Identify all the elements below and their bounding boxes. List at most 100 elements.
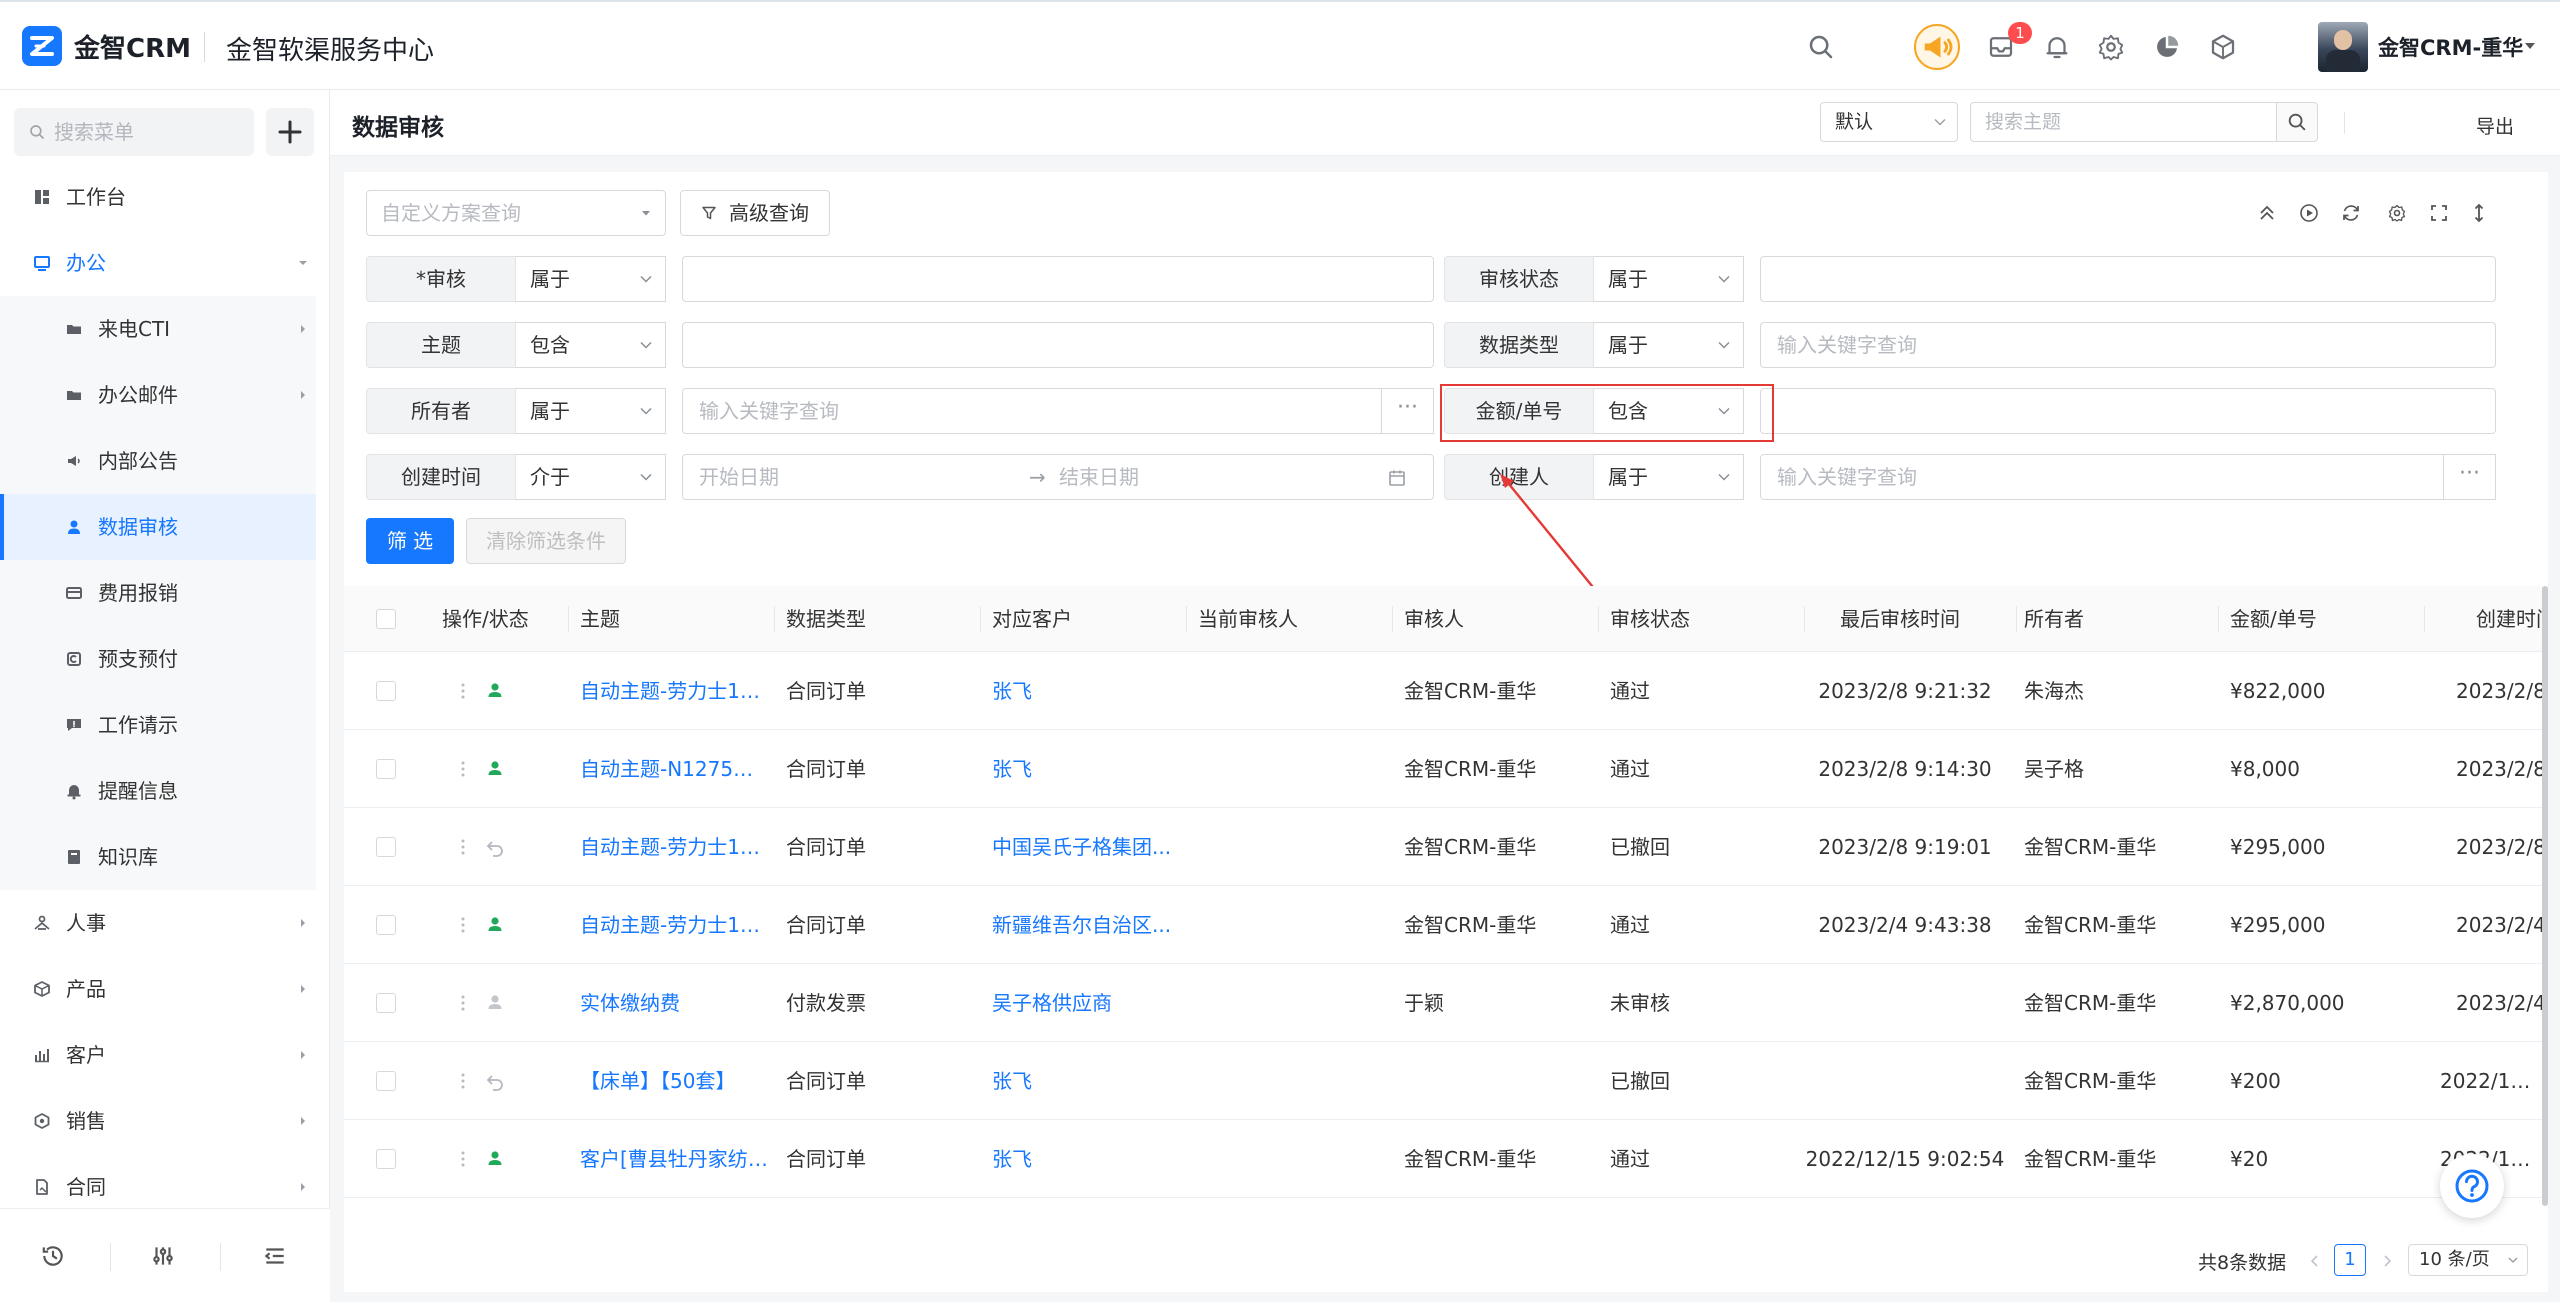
filter-button[interactable]: 筛 选 xyxy=(366,518,454,564)
table-scrollbar[interactable] xyxy=(2542,586,2548,1206)
subject-search-button[interactable] xyxy=(2276,102,2318,142)
prev-page-icon[interactable] xyxy=(2308,1254,2322,1268)
filter-subject-value[interactable] xyxy=(682,322,1434,368)
filter-create-time-operator[interactable]: 介于 xyxy=(516,454,666,500)
export-button[interactable]: 导出 xyxy=(2476,112,2514,139)
filter-review-operator[interactable]: 属于 xyxy=(516,256,666,302)
row-more-icon[interactable] xyxy=(460,916,466,934)
help-button[interactable] xyxy=(2440,1154,2504,1218)
fullscreen-icon[interactable] xyxy=(2428,202,2450,224)
row-checkbox[interactable] xyxy=(376,1149,396,1169)
sidebar-item-reminder[interactable]: 提醒信息 xyxy=(0,758,316,824)
advanced-query-button[interactable]: 高级查询 xyxy=(680,190,830,236)
view-select[interactable]: 默认 xyxy=(1820,102,1958,142)
subject-search-input[interactable]: 搜索主题 xyxy=(1970,102,2278,142)
sidebar-item-knowledge[interactable]: 知识库 xyxy=(0,824,316,890)
table-row[interactable]: 【床单】【50套】 合同订单 张飞 已撤回 金智CRM-重华 ¥200 2022… xyxy=(344,1042,2548,1120)
settings-gear-icon[interactable] xyxy=(2096,32,2126,62)
row-more-icon[interactable] xyxy=(460,682,466,700)
filter-owner-operator[interactable]: 属于 xyxy=(516,388,666,434)
table-row[interactable]: 自动主题-劳力士11... 合同订单 张飞 金智CRM-重华 通过 2023/2… xyxy=(344,652,2548,730)
play-icon[interactable] xyxy=(2298,202,2320,224)
cell-customer[interactable]: 张飞 xyxy=(992,1120,1182,1198)
row-checkbox[interactable] xyxy=(376,681,396,701)
row-checkbox[interactable] xyxy=(376,993,396,1013)
row-checkbox[interactable] xyxy=(376,759,396,779)
page-size-select[interactable]: 10 条/页 xyxy=(2408,1244,2528,1276)
cell-customer[interactable]: 张飞 xyxy=(992,730,1182,808)
row-more-icon[interactable] xyxy=(460,838,466,856)
sidebar-item-cti[interactable]: 来电CTI xyxy=(0,296,316,362)
broadcast-button[interactable] xyxy=(1914,24,1960,70)
row-more-icon[interactable] xyxy=(460,1072,466,1090)
menu-search-input[interactable]: 搜索菜单 xyxy=(14,108,254,156)
table-row[interactable]: 自动主题-劳力士11... 合同订单 中国吴氏子格集团... 金智CRM-重华 … xyxy=(344,808,2548,886)
filter-creator-input[interactable]: 输入关键字查询 xyxy=(1760,454,2444,500)
sidebar-item-customer[interactable]: 客户 xyxy=(0,1022,316,1088)
filter-review-status-value[interactable] xyxy=(1760,256,2496,302)
filter-review-status-operator[interactable]: 属于 xyxy=(1594,256,1744,302)
pie-chart-icon[interactable] xyxy=(2152,32,2182,62)
filter-owner-input[interactable]: 输入关键字查询 xyxy=(682,388,1382,434)
filter-review-value[interactable] xyxy=(682,256,1434,302)
column-settings-icon[interactable] xyxy=(2386,202,2408,224)
refresh-icon[interactable] xyxy=(2340,202,2362,224)
sidebar-item-hr[interactable]: 人事 xyxy=(0,890,316,956)
filter-data-type-operator[interactable]: 属于 xyxy=(1594,322,1744,368)
row-checkbox[interactable] xyxy=(376,1071,396,1091)
user-avatar[interactable] xyxy=(2318,22,2368,72)
row-height-icon[interactable] xyxy=(2468,202,2490,224)
user-menu-caret-icon[interactable] xyxy=(2522,38,2538,54)
sidebar-item-product[interactable]: 产品 xyxy=(0,956,316,1022)
cell-customer[interactable]: 中国吴氏子格集团... xyxy=(992,808,1182,886)
sliders-icon[interactable] xyxy=(150,1243,176,1269)
cell-subject[interactable]: 【床单】【50套】 xyxy=(580,1042,770,1120)
sidebar-item-data-review[interactable]: 数据审核 xyxy=(0,494,316,560)
page-1-button[interactable]: 1 xyxy=(2334,1244,2366,1276)
cell-subject[interactable]: 自动主题-N1275御... xyxy=(580,730,770,808)
creator-more-button[interactable]: ··· xyxy=(2444,454,2496,500)
filter-data-type-input[interactable]: 输入关键字查询 xyxy=(1760,322,2496,368)
cube-icon[interactable] xyxy=(2208,32,2238,62)
collapse-up-icon[interactable] xyxy=(2256,202,2278,224)
cell-customer[interactable]: 新疆维吾尔自治区... xyxy=(992,886,1182,964)
table-row[interactable]: 自动主题-劳力士11... 合同订单 新疆维吾尔自治区... 金智CRM-重华 … xyxy=(344,886,2548,964)
cell-subject[interactable]: 自动主题-劳力士11... xyxy=(580,808,770,886)
sidebar-item-workbench[interactable]: 工作台 xyxy=(0,164,316,230)
sidebar-item-office[interactable]: 办公 xyxy=(0,230,316,296)
cell-customer[interactable]: 张飞 xyxy=(992,1042,1182,1120)
row-more-icon[interactable] xyxy=(460,994,466,1012)
cell-customer[interactable]: 吴子格供应商 xyxy=(992,964,1182,1042)
table-row[interactable]: 自动主题-N1275御... 合同订单 张飞 金智CRM-重华 通过 2023/… xyxy=(344,730,2548,808)
sidebar-item-office-mail[interactable]: 办公邮件 xyxy=(0,362,316,428)
cell-subject[interactable]: 自动主题-劳力士11... xyxy=(580,652,770,730)
sidebar-item-work-request[interactable]: 工作请示 xyxy=(0,692,316,758)
add-menu-button[interactable] xyxy=(266,108,314,156)
sidebar-item-prepay[interactable]: 预支预付 xyxy=(0,626,316,692)
select-all-checkbox[interactable] xyxy=(376,609,396,629)
cell-subject[interactable]: 客户[曹县牡丹家纺]... xyxy=(580,1120,770,1198)
sidebar-item-expense[interactable]: 费用报销 xyxy=(0,560,316,626)
history-icon[interactable] xyxy=(40,1243,66,1269)
sidebar-item-sales[interactable]: 销售 xyxy=(0,1088,316,1154)
cell-subject[interactable]: 自动主题-劳力士11... xyxy=(580,886,770,964)
filter-creator-operator[interactable]: 属于 xyxy=(1594,454,1744,500)
bell-icon[interactable] xyxy=(2042,32,2072,62)
logo-icon[interactable] xyxy=(22,26,62,66)
next-page-icon[interactable] xyxy=(2380,1254,2394,1268)
collapse-menu-icon[interactable] xyxy=(262,1243,288,1269)
filter-amount-value[interactable] xyxy=(1760,388,2496,434)
sidebar-item-announcement[interactable]: 内部公告 xyxy=(0,428,316,494)
global-search-icon[interactable] xyxy=(1806,32,1836,62)
table-row[interactable]: 客户[曹县牡丹家纺]... 合同订单 张飞 金智CRM-重华 通过 2022/1… xyxy=(344,1120,2548,1198)
user-name[interactable]: 金智CRM-重华 xyxy=(2378,32,2523,62)
owner-more-button[interactable]: ··· xyxy=(1382,388,1434,434)
row-more-icon[interactable] xyxy=(460,760,466,778)
clear-filters-button[interactable]: 清除筛选条件 xyxy=(466,518,626,564)
date-range-picker[interactable]: 开始日期 → 结束日期 xyxy=(682,454,1434,500)
row-checkbox[interactable] xyxy=(376,915,396,935)
table-row[interactable]: 实体缴纳费 付款发票 吴子格供应商 于颖 未审核 金智CRM-重华 ¥2,870… xyxy=(344,964,2548,1042)
scheme-select[interactable]: 自定义方案查询 xyxy=(366,190,666,236)
row-more-icon[interactable] xyxy=(460,1150,466,1168)
cell-customer[interactable]: 张飞 xyxy=(992,652,1182,730)
